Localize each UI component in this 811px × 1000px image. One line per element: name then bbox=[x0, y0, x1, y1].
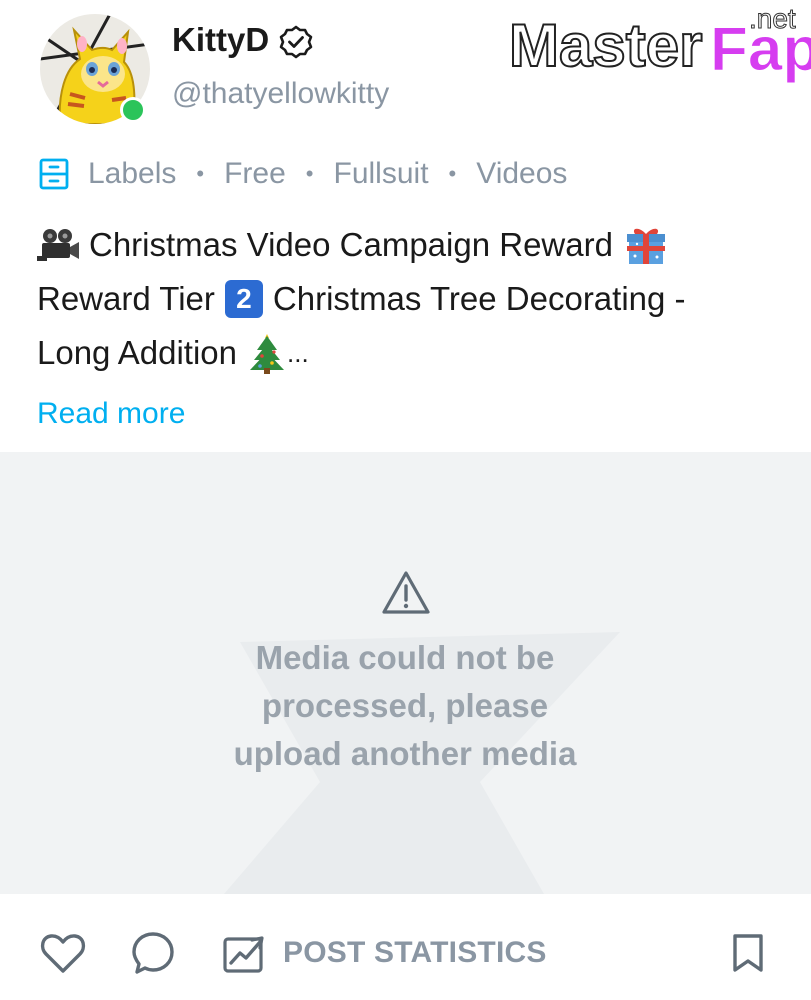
watermark-suffix-text: .net bbox=[749, 4, 796, 34]
post-line-1-text: Christmas Video Campaign Reward bbox=[89, 226, 613, 263]
post-text: Christmas Video Campaign Reward Reward T… bbox=[37, 218, 777, 380]
labels-row: Labels • Free • Fullsuit • Videos bbox=[38, 152, 567, 196]
label-free[interactable]: Free bbox=[224, 154, 286, 194]
movie-camera-emoji bbox=[37, 229, 79, 261]
heart-icon[interactable] bbox=[40, 932, 86, 974]
media-placeholder: Media could not be processed, please upl… bbox=[0, 452, 811, 894]
keycap-number: 2 bbox=[236, 283, 252, 314]
read-more-link[interactable]: Read more bbox=[37, 394, 185, 434]
media-error-line-1: Media could not be bbox=[255, 639, 555, 676]
christmas-tree-emoji bbox=[250, 334, 285, 374]
warning-icon bbox=[382, 571, 430, 614]
bookmark-icon[interactable] bbox=[730, 932, 766, 974]
media-error-line-2: processed, please bbox=[261, 687, 549, 724]
verified-badge-icon bbox=[279, 25, 313, 59]
media-error-line-3: upload another media bbox=[233, 735, 577, 772]
label-separator: • bbox=[448, 161, 457, 186]
post-statistics-label: POST STATISTICS bbox=[283, 936, 547, 969]
gift-emoji bbox=[626, 228, 665, 264]
label-videos[interactable]: Videos bbox=[476, 154, 567, 194]
label-separator: • bbox=[196, 161, 205, 186]
user-handle[interactable]: @thatyellowkitty bbox=[172, 76, 389, 112]
post-line-2-after: Christmas Tree Decorating - bbox=[272, 280, 686, 317]
chart-icon bbox=[223, 936, 264, 973]
label-fullsuit[interactable]: Fullsuit bbox=[334, 154, 429, 194]
label-labels[interactable]: Labels bbox=[88, 154, 176, 194]
labels-icon[interactable] bbox=[38, 157, 70, 191]
post-statistics-button[interactable]: POST STATISTICS bbox=[222, 930, 547, 976]
post-line-2-before: Reward Tier bbox=[37, 280, 215, 317]
media-error-message: Media could not be processed, please upl… bbox=[205, 634, 605, 778]
display-name[interactable]: KittyD bbox=[172, 20, 269, 60]
post-actions-bar: POST STATISTICS bbox=[0, 894, 811, 1000]
post-line-3-text: Long Addition bbox=[37, 334, 238, 371]
online-status-dot bbox=[120, 97, 146, 123]
label-separator: • bbox=[305, 161, 314, 186]
post-ellipsis: ... bbox=[287, 338, 309, 368]
watermark-logo: Master Fap .net bbox=[508, 4, 811, 84]
post-line-2: Reward Tier 2 Christmas Tree Decorating … bbox=[37, 272, 777, 326]
post-line-3: Long Addition ... bbox=[37, 326, 777, 380]
watermark-main-text: Master bbox=[509, 12, 702, 79]
comment-icon[interactable] bbox=[131, 931, 175, 975]
post-line-1: Christmas Video Campaign Reward bbox=[37, 218, 777, 272]
keycap-emoji: 2 bbox=[224, 280, 263, 318]
